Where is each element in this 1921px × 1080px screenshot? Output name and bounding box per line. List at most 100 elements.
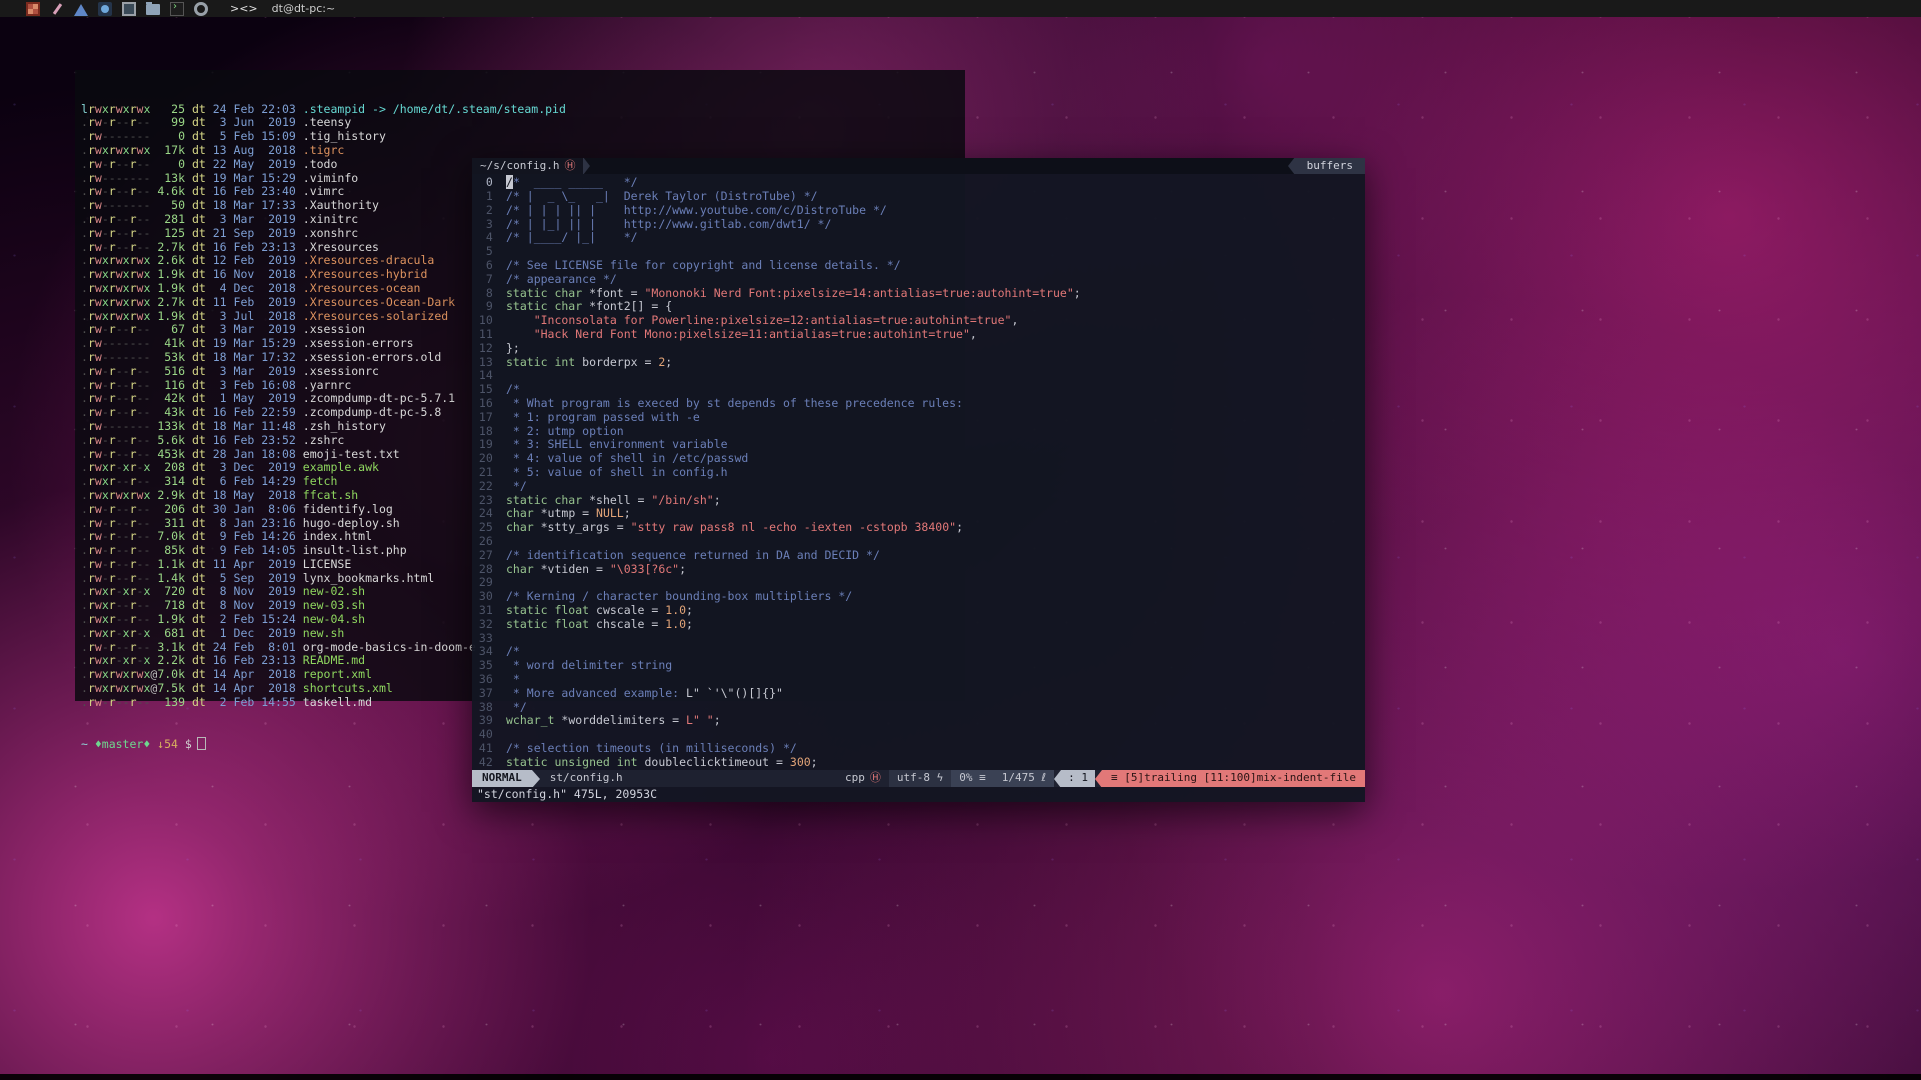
line-number: 25: [472, 521, 506, 535]
line-number: 20: [472, 452, 506, 466]
powerline-separator-icon: [583, 158, 590, 174]
file-name: .tigrc: [303, 143, 345, 157]
statusline-encoding: utf-8 ϟ: [889, 770, 951, 787]
code-line: 17 * 1: program passed with -e: [472, 411, 1365, 425]
code-line: 38 */: [472, 701, 1365, 715]
line-number: 18: [472, 425, 506, 439]
line-number: 42: [472, 756, 506, 770]
code-line: 39 wchar_t *worddelimiters = L" ";: [472, 714, 1365, 728]
line-number: 31: [472, 604, 506, 618]
camera-icon[interactable]: [98, 2, 112, 16]
file-name: .viminfo: [303, 171, 358, 185]
file-name: .xsessionrc: [303, 364, 379, 378]
filetype-icon: Ⓗ: [564, 159, 575, 173]
file-name: shortcuts.xml: [303, 681, 393, 695]
statusline-percent: 0% ≡: [951, 770, 994, 787]
line-number: 15: [472, 383, 506, 397]
code-line: 5: [472, 245, 1365, 259]
code-line: 26: [472, 535, 1365, 549]
file-name: emoji-test.txt: [303, 447, 400, 461]
file-name: hugo-deploy.sh: [303, 516, 400, 530]
prompt-symbol: $: [185, 737, 192, 751]
line-number: 23: [472, 494, 506, 508]
file-name: .Xresources-solarized: [303, 309, 448, 323]
code-line: 15 /*: [472, 383, 1365, 397]
file-name: .Xresources-dracula: [303, 253, 435, 267]
file-name: .zcompdump-dt-pc-5.7.1: [303, 391, 455, 405]
file-name: org-mode-basics-in-doom-e: [303, 640, 476, 654]
line-number: 32: [472, 618, 506, 632]
line-number: 4: [472, 231, 506, 245]
line-number: 12: [472, 342, 506, 356]
code-line: 40: [472, 728, 1365, 742]
code-line: 34 /*: [472, 645, 1365, 659]
line-number: 3: [472, 218, 506, 232]
file-name: README.md: [303, 653, 365, 667]
code-line: 37 * More advanced example: L" `'\"()[]{…: [472, 687, 1365, 701]
line-number: 28: [472, 563, 506, 577]
powerline-separator-icon: [1054, 770, 1061, 787]
line-number: 27: [472, 549, 506, 563]
vim-command-line: "st/config.h" 475L, 20953C: [472, 787, 1365, 802]
line-number: 9: [472, 300, 506, 314]
file-name: .steampid: [303, 102, 365, 116]
code-line: 6 /* See LICENSE file for copyright and …: [472, 259, 1365, 273]
pencil-icon[interactable]: [50, 2, 64, 16]
layout-indicator[interactable]: ><>: [230, 2, 258, 15]
folder-icon[interactable]: [146, 4, 160, 15]
powerline-separator-icon: [1095, 770, 1102, 787]
code-line: 21 * 5: value of shell in config.h: [472, 466, 1365, 480]
file-name: new-04.sh: [303, 612, 365, 626]
line-number: 26: [472, 535, 506, 549]
line-number: 8: [472, 287, 506, 301]
code-line: 4 /* |____/ |_| */: [472, 231, 1365, 245]
line-icon: ℓ: [1042, 771, 1047, 785]
file-name: .Xresources-Ocean-Dark: [303, 295, 455, 309]
file-name: lynx_bookmarks.html: [303, 571, 435, 585]
file-row: .rwxrwxrwx 17k dt 13 Aug 2018 .tigrc: [81, 144, 959, 158]
buffers-label[interactable]: buffers: [1295, 158, 1365, 174]
line-number: 14: [472, 369, 506, 383]
line-number: 36: [472, 673, 506, 687]
terminal-icon[interactable]: [170, 2, 184, 16]
code-line: 8 static char *font = "Mononoki Nerd Fon…: [472, 287, 1365, 301]
file-name: .Xresources: [303, 240, 379, 254]
file-name: taskell.md: [303, 695, 372, 709]
code-line: 33: [472, 632, 1365, 646]
flask-icon[interactable]: [74, 4, 88, 16]
prompt-git-branch: ♦master♦: [95, 737, 157, 751]
file-row: lrwxrwxrwx 25 dt 24 Feb 22:03 .steampid …: [81, 103, 959, 117]
dashboard-icon[interactable]: [26, 2, 40, 16]
vim-tabline: ~/s/config.hⒽ buffers: [472, 158, 1365, 174]
vim-window[interactable]: ~/s/config.hⒽ buffers 0 /* ____ _____ */…: [472, 158, 1365, 802]
powerline-separator-icon: [532, 770, 540, 787]
monitor-icon[interactable]: [122, 2, 136, 16]
file-name: .yarnrc: [303, 378, 351, 392]
file-name: fetch: [303, 474, 338, 488]
vim-mode-indicator: NORMAL: [472, 770, 532, 787]
line-number: 13: [472, 356, 506, 370]
line-number: 38: [472, 701, 506, 715]
line-number: 37: [472, 687, 506, 701]
line-number: 2: [472, 204, 506, 218]
code-area[interactable]: 0 /* ____ _____ */ 1 /* | _ \_ _| Derek …: [472, 174, 1365, 769]
line-number: 10: [472, 314, 506, 328]
code-line: 22 */: [472, 480, 1365, 494]
code-line: 0 /* ____ _____ */: [472, 176, 1365, 190]
file-name: .zshrc: [303, 433, 345, 447]
code-line: 9 static char *font2[] = {: [472, 300, 1365, 314]
powerline-separator-icon: [1288, 158, 1295, 174]
line-number: 17: [472, 411, 506, 425]
file-name: .xinitrc: [303, 212, 358, 226]
code-line: 27 /* identification sequence returned i…: [472, 549, 1365, 563]
tab-active[interactable]: ~/s/config.hⒽ: [472, 158, 583, 174]
line-number: 5: [472, 245, 506, 259]
code-line: 25 char *stty_args = "stty raw pass8 nl …: [472, 521, 1365, 535]
line-number: 33: [472, 632, 506, 646]
line-number: 0: [472, 176, 506, 190]
warning-icon: ≡: [1111, 771, 1118, 785]
code-line: 3 /* | |_| || | http://www.gitlab.com/dw…: [472, 218, 1365, 232]
disc-icon[interactable]: [194, 2, 208, 16]
file-name: LICENSE: [303, 557, 351, 571]
code-line: 24 char *utmp = NULL;: [472, 507, 1365, 521]
